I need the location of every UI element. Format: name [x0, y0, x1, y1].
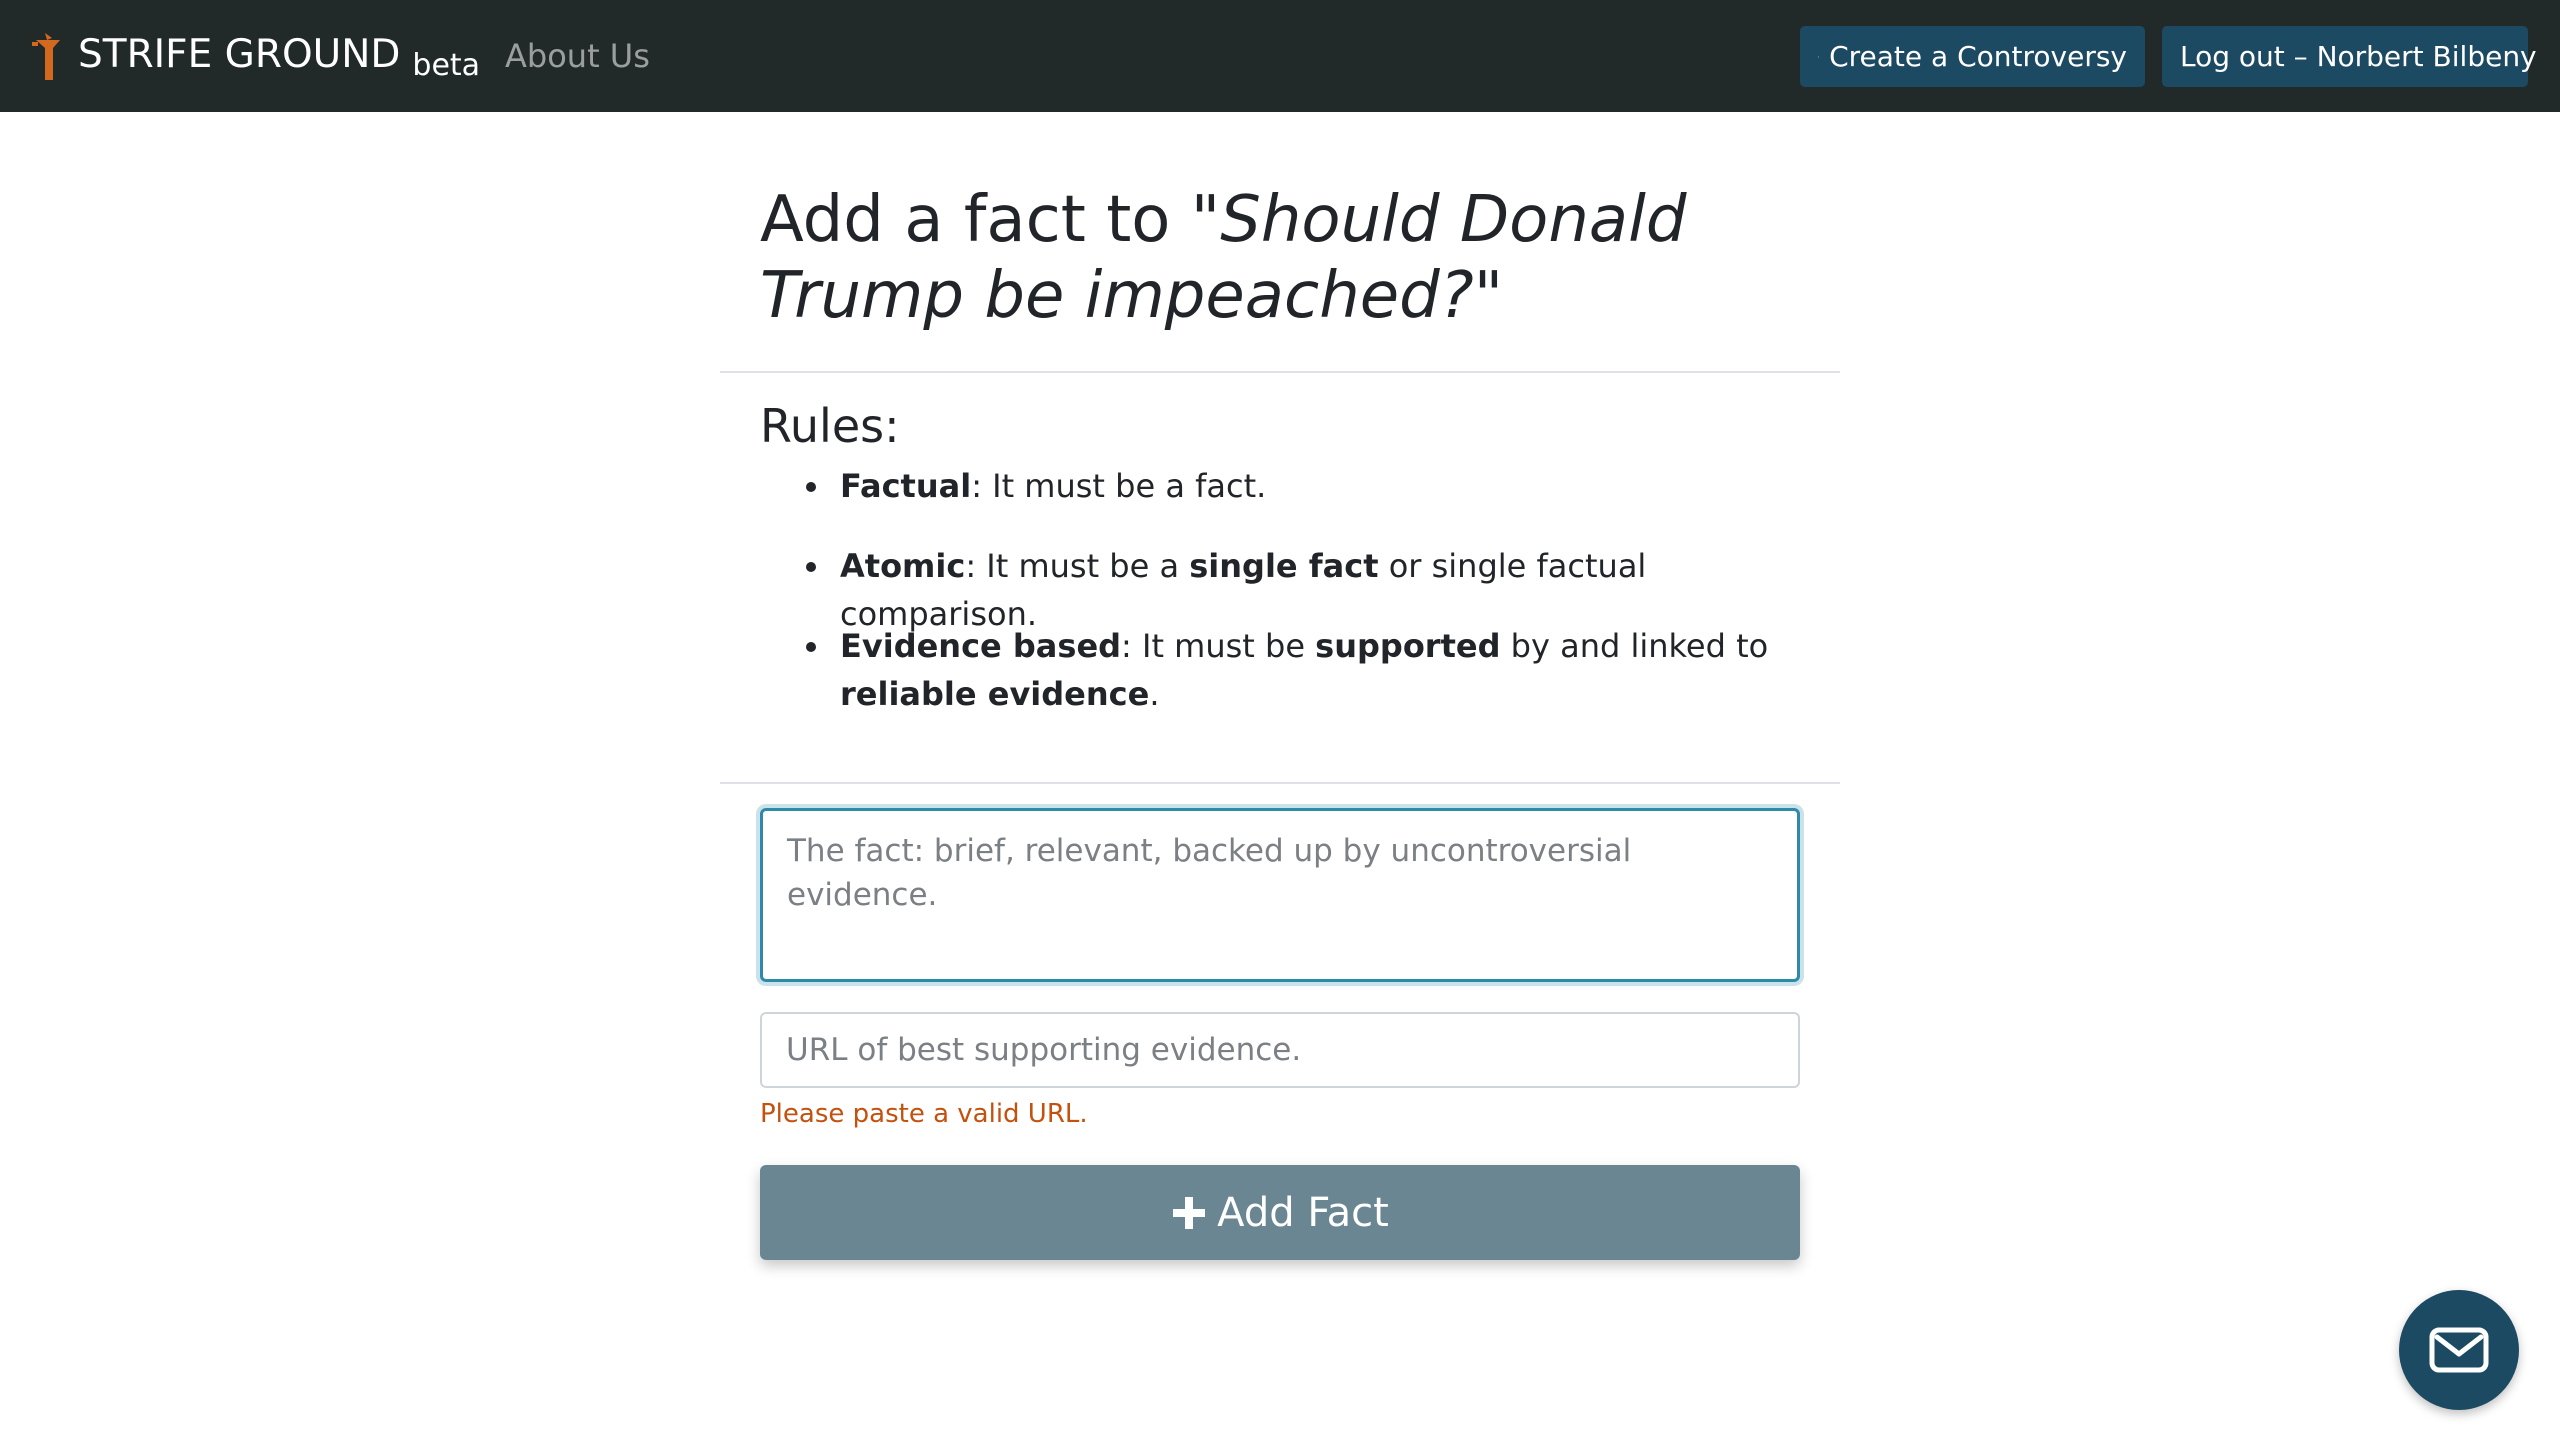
brand-badge: beta	[412, 48, 481, 83]
nav-about-link[interactable]: About Us	[505, 34, 650, 78]
rule-term: Atomic	[840, 547, 966, 585]
top-navbar: STRIFE GROUND beta About Us Create a Con…	[0, 0, 2560, 112]
rule-text: : It must be a	[965, 547, 1190, 585]
brand-name: STRIFE GROUND	[78, 32, 401, 77]
page-title-prefix: Add a fact to	[760, 183, 1191, 257]
evidence-url-input[interactable]	[760, 1012, 1800, 1088]
rule-text: : It must be a fact.	[971, 467, 1267, 505]
torch-logo-icon	[32, 33, 60, 80]
create-controversy-label: Create a Controversy	[1829, 40, 2127, 73]
divider	[720, 782, 1840, 784]
mail-icon	[2429, 1327, 2489, 1373]
url-error-message: Please paste a valid URL.	[760, 1099, 1088, 1129]
rule-term: Evidence based	[840, 627, 1122, 665]
rule-emphasis: reliable evidence	[840, 675, 1150, 713]
rule-term: Factual	[840, 467, 972, 505]
divider	[720, 371, 1840, 373]
rule-emphasis: single fact	[1189, 547, 1379, 585]
rule-emphasis: supported	[1315, 627, 1501, 665]
plus-icon	[1173, 1196, 1206, 1229]
add-fact-label: Add Fact	[1217, 1189, 1389, 1236]
rules-heading: Rules:	[760, 399, 900, 453]
contact-mail-button[interactable]	[2399, 1290, 2519, 1410]
rule-evidence-based: Evidence based: It must be supported by …	[806, 622, 1800, 718]
fact-textarea[interactable]	[760, 808, 1800, 982]
brand[interactable]: STRIFE GROUND beta	[28, 30, 480, 83]
rule-text: by and linked to	[1500, 627, 1769, 665]
logout-button[interactable]: Log out – Norbert Bilbeny	[2162, 26, 2537, 87]
plus-icon	[1818, 55, 1820, 58]
logout-label: Log out – Norbert Bilbeny	[2180, 40, 2537, 73]
rule-text: : It must be	[1121, 627, 1316, 665]
add-fact-button[interactable]: Add Fact	[760, 1165, 1800, 1260]
create-controversy-button[interactable]: Create a Controversy	[1800, 26, 2145, 87]
page-title: Add a fact to "Should Donald Trump be im…	[760, 182, 1820, 334]
rule-factual: Factual: It must be a fact.	[806, 462, 1800, 510]
rule-text: .	[1149, 675, 1160, 713]
